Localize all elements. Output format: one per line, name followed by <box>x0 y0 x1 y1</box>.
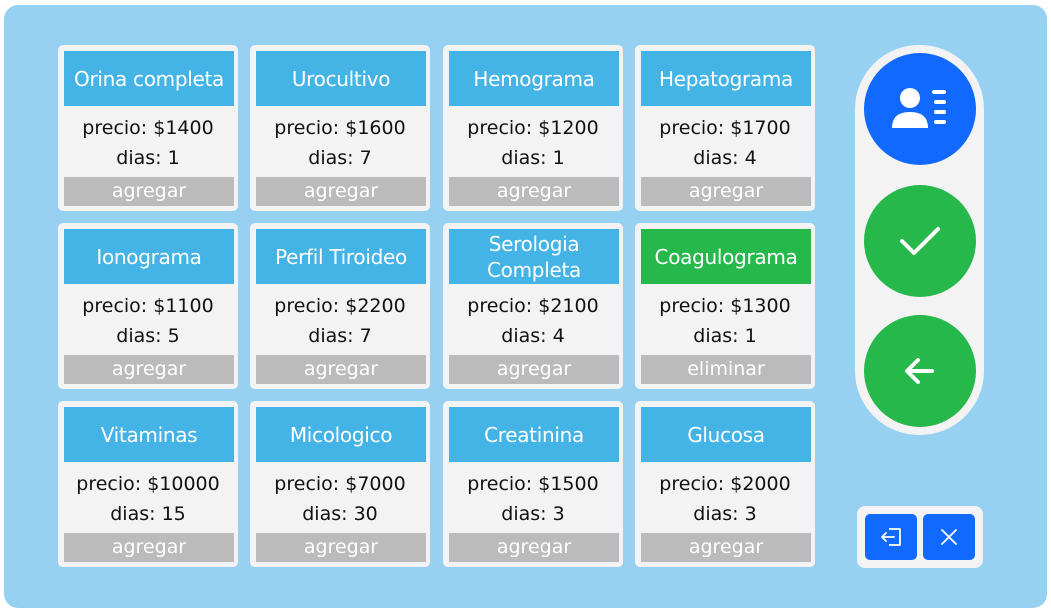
add-test-button[interactable]: agregar <box>64 355 234 384</box>
test-days: dias: 15 <box>110 503 186 525</box>
test-name: Vitaminas <box>64 407 234 462</box>
test-name: Glucosa <box>641 407 811 462</box>
test-name: Serologia Completa <box>449 229 619 284</box>
test-name: Ionograma <box>64 229 234 284</box>
test-days: dias: 1 <box>693 325 757 347</box>
test-price: precio: $1600 <box>274 117 406 139</box>
test-price: precio: $2000 <box>659 473 791 495</box>
test-days: dias: 3 <box>501 503 565 525</box>
test-days: dias: 5 <box>116 325 180 347</box>
test-days: dias: 1 <box>116 147 180 169</box>
add-test-button[interactable]: agregar <box>256 533 426 562</box>
add-test-button[interactable]: agregar <box>64 177 234 206</box>
remove-test-button[interactable]: eliminar <box>641 355 811 384</box>
test-price: precio: $1200 <box>467 117 599 139</box>
test-name: Urocultivo <box>256 51 426 106</box>
test-name: Coagulograma <box>641 229 811 284</box>
add-test-button[interactable]: agregar <box>256 177 426 206</box>
test-price: precio: $7000 <box>274 473 406 495</box>
test-price: precio: $1400 <box>82 117 214 139</box>
test-price: precio: $1300 <box>659 295 791 317</box>
test-days: dias: 30 <box>302 503 378 525</box>
test-days: dias: 4 <box>693 147 757 169</box>
test-days: dias: 4 <box>501 325 565 347</box>
test-days: dias: 7 <box>308 147 372 169</box>
add-test-button[interactable]: agregar <box>641 177 811 206</box>
test-card: Ionograma precio: $1100 dias: 5 agregar <box>58 223 238 389</box>
test-card: Micologico precio: $7000 dias: 30 agrega… <box>250 401 430 567</box>
test-name: Creatinina <box>449 407 619 462</box>
back-button[interactable] <box>864 315 976 427</box>
test-card-selected: Coagulograma precio: $1300 dias: 1 elimi… <box>635 223 815 389</box>
add-test-button[interactable]: agregar <box>256 355 426 384</box>
test-name: Hepatograma <box>641 51 811 106</box>
test-name: Perfil Tiroideo <box>256 229 426 284</box>
logout-icon <box>880 528 902 546</box>
test-card: Creatinina precio: $1500 dias: 3 agregar <box>443 401 623 567</box>
add-test-button[interactable]: agregar <box>449 177 619 206</box>
test-card: Hemograma precio: $1200 dias: 1 agregar <box>443 45 623 211</box>
close-icon <box>940 528 958 546</box>
test-price: precio: $1700 <box>659 117 791 139</box>
logout-button[interactable] <box>865 514 917 560</box>
patient-info-button[interactable] <box>864 53 976 165</box>
patient-card-icon <box>890 84 950 134</box>
test-days: dias: 7 <box>308 325 372 347</box>
test-card: Orina completa precio: $1400 dias: 1 agr… <box>58 45 238 211</box>
test-price: precio: $1100 <box>82 295 214 317</box>
close-button[interactable] <box>923 514 975 560</box>
add-test-button[interactable]: agregar <box>641 533 811 562</box>
side-actions-panel <box>855 45 984 435</box>
test-card: Glucosa precio: $2000 dias: 3 agregar <box>635 401 815 567</box>
test-card: Hepatograma precio: $1700 dias: 4 agrega… <box>635 45 815 211</box>
test-name: Micologico <box>256 407 426 462</box>
test-card: Vitaminas precio: $10000 dias: 15 agrega… <box>58 401 238 567</box>
app-background: Orina completa precio: $1400 dias: 1 agr… <box>4 5 1047 608</box>
test-card: Serologia Completa precio: $2100 dias: 4… <box>443 223 623 389</box>
confirm-button[interactable] <box>864 185 976 297</box>
test-price: precio: $2200 <box>274 295 406 317</box>
test-days: dias: 1 <box>501 147 565 169</box>
test-price: precio: $2100 <box>467 295 599 317</box>
arrow-left-icon <box>904 357 936 385</box>
test-card: Perfil Tiroideo precio: $2200 dias: 7 ag… <box>250 223 430 389</box>
bottom-actions-bar <box>857 506 983 568</box>
test-price: precio: $10000 <box>76 473 220 495</box>
test-card: Urocultivo precio: $1600 dias: 7 agregar <box>250 45 430 211</box>
test-days: dias: 3 <box>693 503 757 525</box>
add-test-button[interactable]: agregar <box>449 355 619 384</box>
test-name: Orina completa <box>64 51 234 106</box>
add-test-button[interactable]: agregar <box>64 533 234 562</box>
test-name: Hemograma <box>449 51 619 106</box>
add-test-button[interactable]: agregar <box>449 533 619 562</box>
checkmark-icon <box>898 224 942 258</box>
test-price: precio: $1500 <box>467 473 599 495</box>
